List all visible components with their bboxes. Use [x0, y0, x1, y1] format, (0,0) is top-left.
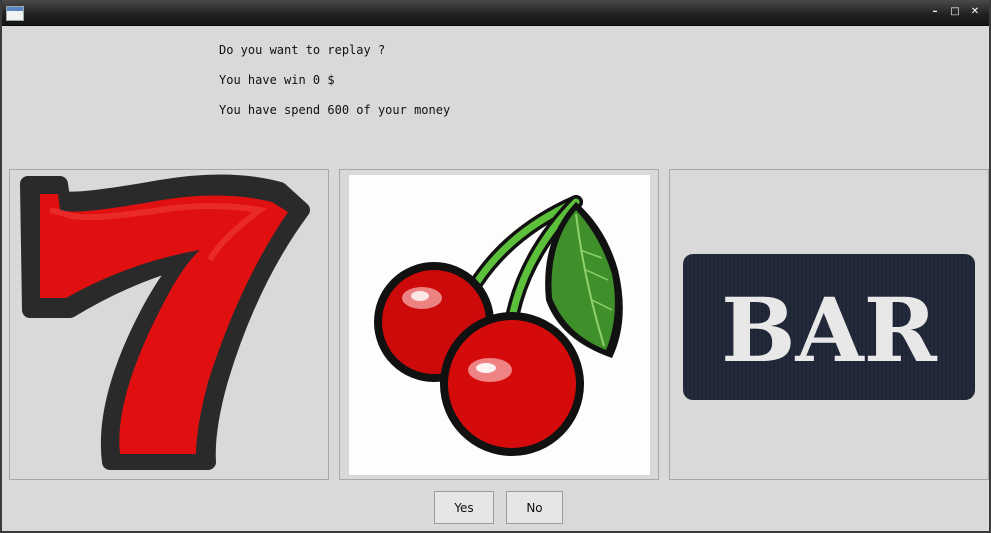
seven-icon — [20, 174, 310, 470]
action-buttons: Yes No — [434, 491, 563, 524]
reel-1 — [9, 169, 329, 480]
window-controls: – □ ✕ — [929, 5, 981, 19]
app-window: – □ ✕ Do you want to replay ? You have w… — [0, 0, 991, 533]
bar-text: BAR — [721, 278, 938, 382]
app-icon — [6, 6, 24, 21]
reel-3: BAR — [669, 169, 989, 480]
maximize-button[interactable]: □ — [949, 5, 961, 19]
spend-amount-text: You have spend 600 of your money — [219, 103, 451, 117]
reel-2 — [339, 169, 659, 480]
bar-icon: BAR — [683, 254, 975, 400]
close-button[interactable]: ✕ — [969, 5, 981, 19]
win-amount-text: You have win 0 $ — [219, 73, 335, 87]
title-bar[interactable]: – □ ✕ — [2, 0, 989, 26]
cherry-icon — [374, 195, 623, 456]
no-button[interactable]: No — [506, 491, 563, 524]
yes-button[interactable]: Yes — [434, 491, 494, 524]
replay-question: Do you want to replay ? — [219, 43, 386, 57]
result-message: Do you want to replay ? You have win 0 $… — [219, 40, 450, 130]
minimize-button[interactable]: – — [929, 5, 941, 19]
